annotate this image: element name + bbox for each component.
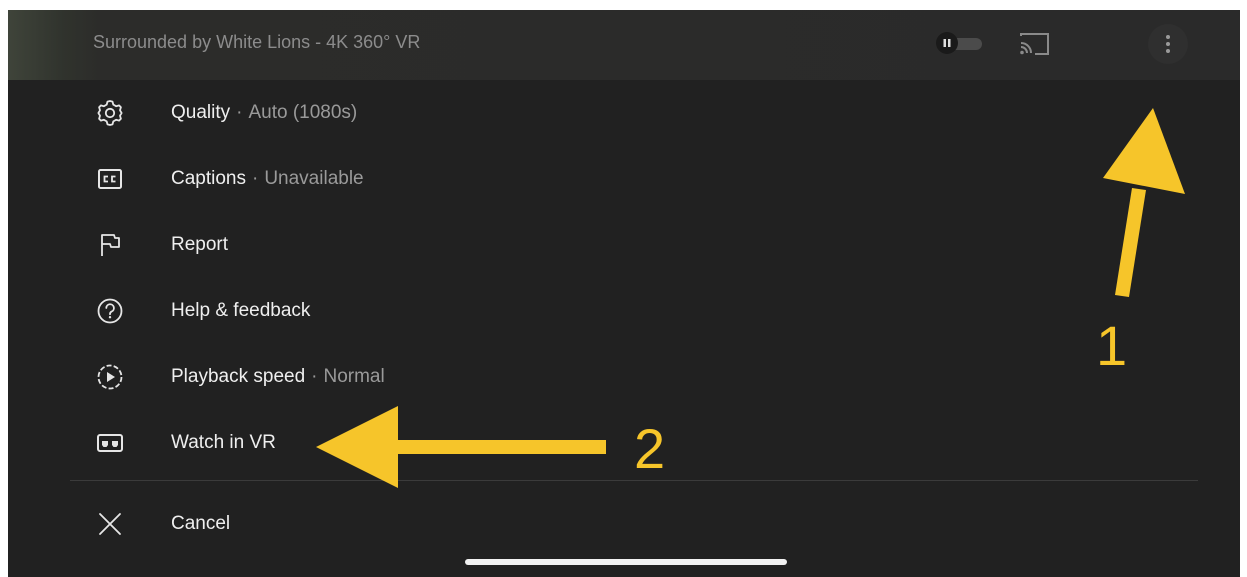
flag-icon: [93, 228, 127, 262]
closed-captions-icon: [93, 162, 127, 196]
menu-item-playback-speed[interactable]: Playback speed · Normal: [8, 344, 1240, 410]
menu-item-value: Unavailable: [264, 168, 364, 189]
menu-item-label: Captions: [171, 168, 246, 189]
pause-icon: [936, 32, 958, 54]
menu-item-help-feedback-text: Help & feedback: [171, 300, 311, 321]
video-title: Surrounded by White Lions - 4K 360° VR: [93, 32, 421, 52]
cast-icon: [1020, 33, 1049, 55]
menu-item-watch-in-vr-text: Watch in VR: [171, 432, 276, 453]
cast-button[interactable]: [1018, 31, 1052, 57]
menu-item-value: Auto (1080s): [248, 102, 358, 123]
menu-item-label: Playback speed: [171, 366, 306, 387]
menu-item-cancel-text: Cancel: [171, 513, 231, 534]
menu-item-captions[interactable]: Captions · Unavailable: [8, 146, 1240, 212]
separator-dot: ·: [236, 102, 243, 123]
menu-item-report[interactable]: Report: [8, 212, 1240, 278]
close-icon: [93, 507, 127, 541]
menu-item-value: Normal: [323, 366, 385, 387]
annotation-number-1: 1: [1096, 314, 1128, 377]
help-circle-icon: [93, 294, 127, 328]
video-thumbnail-edge: [8, 10, 100, 80]
separator-dot: ·: [252, 168, 259, 189]
menu-item-captions-text: Captions · Unavailable: [171, 168, 364, 190]
menu-item-playback-speed-text: Playback speed · Normal: [171, 366, 385, 388]
gear-icon: [93, 96, 127, 130]
menu-item-watch-in-vr[interactable]: Watch in VR: [8, 410, 1240, 476]
home-indicator: [465, 559, 787, 565]
player-overflow-menu-screen: Surrounded by White Lions - 4K 360° VR Q…: [8, 10, 1240, 577]
more-vert-icon: [1166, 35, 1170, 53]
vr-headset-icon: [93, 426, 127, 460]
menu-item-help-feedback[interactable]: Help & feedback: [8, 278, 1240, 344]
autoplay-toggle[interactable]: [936, 32, 984, 54]
menu-item-cancel[interactable]: Cancel: [8, 491, 1240, 557]
menu-item-report-text: Report: [171, 234, 229, 255]
separator-dot: ·: [311, 366, 318, 387]
playback-speed-icon: [93, 360, 127, 394]
annotation-number-2: 2: [634, 417, 666, 480]
menu-item-quality-text: Quality · Auto (1080s): [171, 102, 357, 124]
player-top-bar: Surrounded by White Lions - 4K 360° VR: [8, 10, 1240, 80]
more-options-button[interactable]: [1148, 24, 1188, 64]
menu-item-quality[interactable]: Quality · Auto (1080s): [8, 80, 1240, 146]
menu-item-label: Quality: [171, 102, 231, 123]
